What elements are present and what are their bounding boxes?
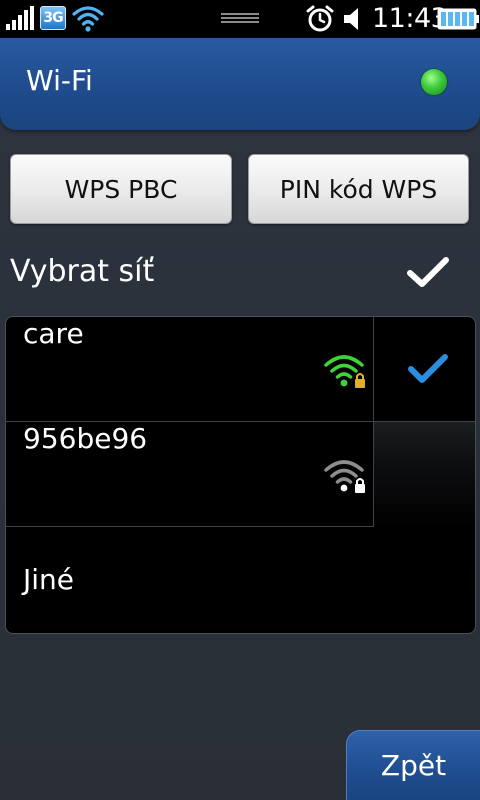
page-title: Wi-Fi xyxy=(26,64,93,97)
pin-wps-button[interactable]: PIN kód WPS xyxy=(248,154,469,224)
section-title: Vybrat síť xyxy=(10,254,155,289)
network-name: 956be96 xyxy=(23,422,148,455)
3g-icon: 3G xyxy=(40,6,66,30)
network-select-cell[interactable] xyxy=(373,422,475,527)
back-button[interactable]: Zpět xyxy=(346,730,480,800)
other-network-label: Jiné xyxy=(23,563,75,596)
alarm-icon xyxy=(306,5,334,32)
selected-check-icon xyxy=(408,354,448,383)
wifi-icon xyxy=(72,6,104,32)
checkmark-icon[interactable] xyxy=(404,252,452,292)
network-row[interactable]: care xyxy=(6,317,475,422)
sound-icon xyxy=(344,8,358,30)
header-bar: Wi-Fi xyxy=(0,38,480,130)
network-name: care xyxy=(23,317,84,350)
handle-icon[interactable] xyxy=(221,12,259,24)
network-row-other[interactable]: Jiné xyxy=(6,527,475,633)
wifi-signal-locked-icon xyxy=(324,355,365,388)
wifi-status-indicator[interactable] xyxy=(421,69,447,95)
battery-icon xyxy=(437,8,479,30)
network-row[interactable]: 956be96 xyxy=(6,422,475,527)
signal-icon xyxy=(6,6,34,30)
network-select-cell[interactable] xyxy=(373,317,475,422)
status-bar: 3G 11:43 xyxy=(0,0,480,38)
wifi-signal-locked-icon xyxy=(324,460,365,493)
network-list: care 956be96 Jiné xyxy=(5,316,476,634)
wps-pbc-button[interactable]: WPS PBC xyxy=(10,154,232,224)
